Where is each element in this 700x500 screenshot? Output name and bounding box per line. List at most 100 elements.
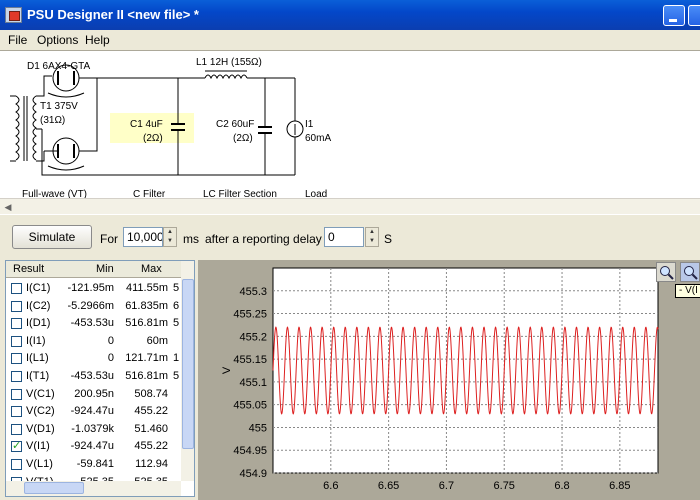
scroll-left-arrow[interactable]: ◀ bbox=[2, 201, 14, 213]
simulate-button[interactable]: Simulate bbox=[12, 225, 92, 249]
y-tick-label: 455.1 bbox=[239, 377, 267, 389]
duration-input[interactable] bbox=[123, 227, 163, 247]
row-min: -5.2966m bbox=[67, 299, 114, 312]
x-tick-label: 6.6 bbox=[323, 480, 338, 492]
row-checkbox[interactable] bbox=[11, 459, 22, 470]
row-name: V(C2) bbox=[26, 405, 55, 418]
row-checkbox[interactable] bbox=[11, 423, 22, 435]
row-name: I(D1) bbox=[26, 317, 51, 330]
i1-label: I1 bbox=[305, 119, 314, 130]
row-checkbox[interactable] bbox=[11, 300, 22, 312]
window-title: PSU Designer II <new file> * bbox=[27, 7, 199, 22]
y-tick-label: 455.25 bbox=[233, 309, 267, 321]
row-name: I(C2) bbox=[26, 299, 51, 312]
row-max: 60m bbox=[146, 334, 168, 347]
row-checkbox[interactable] bbox=[11, 439, 22, 453]
row-checkbox[interactable] bbox=[11, 406, 22, 418]
circuit-schematic: D1 6AX4-GTA T1 375V (31Ω) C1 4uF (2Ω) L1… bbox=[0, 50, 700, 200]
y-tick-label: 455.15 bbox=[233, 354, 267, 366]
table-row[interactable]: I(I1) 0 60m bbox=[6, 333, 181, 350]
table-row[interactable]: V(L1) -59.841 112.94 bbox=[6, 456, 181, 473]
row-min: -924.47u bbox=[70, 440, 114, 453]
row-name: I(T1) bbox=[26, 370, 50, 382]
row-extra: 5 bbox=[173, 370, 180, 382]
row-checkbox[interactable] bbox=[11, 283, 22, 294]
col-min[interactable]: Min bbox=[96, 263, 114, 275]
maximize-button[interactable] bbox=[688, 5, 700, 26]
row-min: -453.53u bbox=[70, 317, 114, 330]
results-list: Result Min Max I(C1) -121.95m 411.55m 5 I(C2… bbox=[5, 260, 195, 497]
row-checkbox[interactable] bbox=[11, 335, 22, 347]
row-name: V(L1) bbox=[26, 458, 53, 470]
graph-panel: 455.3 455.25 455.2 455.15 455.1 455.05 455 454.… bbox=[198, 260, 700, 500]
delay-label: after a reporting delay of bbox=[205, 232, 336, 246]
menu-bar: File Options Help bbox=[0, 30, 700, 50]
x-tick-label: 6.7 bbox=[439, 480, 454, 492]
row-min: 0 bbox=[107, 334, 114, 347]
table-row[interactable]: I(L1) 0 121.71m 1 bbox=[6, 350, 181, 367]
table-row[interactable]: I(D1) -453.53u 516.81m 5 bbox=[6, 315, 181, 332]
row-max: 61.835m bbox=[125, 299, 168, 312]
row-min: -1.0379k bbox=[71, 422, 114, 435]
table-row[interactable]: I(C2) -5.2966m 61.835m 6 bbox=[6, 298, 181, 315]
delay-input[interactable] bbox=[324, 227, 364, 247]
magnifier-icon bbox=[684, 266, 698, 280]
results-vscroll[interactable] bbox=[181, 261, 194, 481]
y-tick-label: 454.9 bbox=[239, 468, 267, 480]
table-row[interactable]: V(C2) -924.47u 455.22 bbox=[6, 403, 181, 420]
row-checkbox[interactable] bbox=[11, 353, 22, 365]
title-bar: PSU Designer II <new file> * bbox=[0, 0, 700, 30]
row-min: 200.95n bbox=[74, 387, 114, 400]
x-tick-label: 6.65 bbox=[378, 480, 399, 492]
t1-label: T1 375V bbox=[40, 101, 78, 112]
row-max: 411.55m bbox=[126, 282, 168, 294]
row-max: 51.460 bbox=[134, 422, 168, 435]
y-axis-label: V bbox=[221, 366, 233, 374]
row-max: 455.22 bbox=[134, 405, 168, 418]
row-extra: 5 bbox=[173, 317, 180, 330]
table-row[interactable]: I(C1) -121.95m 411.55m 5 bbox=[6, 280, 181, 297]
schematic-scrollbar[interactable]: ◀ bbox=[0, 198, 700, 214]
row-max: 455.22 bbox=[134, 440, 168, 453]
table-row[interactable]: V(D1) -1.0379k 51.460 bbox=[6, 421, 181, 438]
row-checkbox[interactable] bbox=[11, 388, 22, 400]
row-name: V(C1) bbox=[26, 387, 55, 400]
results-header: Result Min Max bbox=[6, 261, 181, 278]
zoom-in-button[interactable] bbox=[656, 262, 676, 282]
y-tick-label: 455 bbox=[249, 422, 267, 434]
x-tick-label: 6.85 bbox=[609, 480, 630, 492]
row-min: -924.47u bbox=[70, 405, 114, 418]
col-result[interactable]: Result bbox=[13, 263, 44, 275]
l1-label: L1 12H (155Ω) bbox=[196, 57, 262, 68]
row-name: I(L1) bbox=[26, 352, 49, 365]
delay-spinner[interactable]: ▲ ▼ bbox=[365, 227, 379, 247]
row-min: -59.841 bbox=[76, 458, 114, 470]
table-row[interactable]: I(T1) -453.53u 516.81m 5 bbox=[6, 368, 181, 385]
row-min: 0 bbox=[107, 352, 114, 365]
row-max: 121.71m bbox=[125, 352, 168, 365]
table-row[interactable]: V(I1) -924.47u 455.22 bbox=[6, 438, 181, 455]
menu-file[interactable]: File bbox=[8, 33, 27, 47]
row-max: 516.81m bbox=[125, 317, 168, 330]
row-min: -453.53u bbox=[70, 370, 114, 382]
duration-spinner[interactable]: ▲ ▼ bbox=[163, 227, 177, 247]
results-hscroll[interactable] bbox=[6, 481, 181, 496]
results-vscroll-thumb[interactable] bbox=[182, 279, 194, 449]
row-extra: 5 bbox=[173, 282, 180, 294]
row-max: 112.94 bbox=[135, 458, 168, 470]
s-label: S bbox=[384, 232, 393, 246]
simulation-toolbar: Simulate For ▲▼ ms after a reporting del… bbox=[0, 214, 700, 260]
row-checkbox[interactable] bbox=[11, 318, 22, 330]
d1-label: D1 6AX4-GTA bbox=[27, 61, 90, 72]
zoom-out-button[interactable] bbox=[680, 262, 700, 282]
ms-label: ms bbox=[183, 232, 199, 246]
y-tick-label: 454.95 bbox=[233, 445, 267, 457]
menu-options[interactable]: Options bbox=[37, 33, 78, 47]
menu-help[interactable]: Help bbox=[85, 33, 110, 47]
col-max[interactable]: Max bbox=[141, 263, 162, 275]
table-row[interactable]: V(C1) 200.95n 508.74 bbox=[6, 386, 181, 403]
row-checkbox[interactable] bbox=[11, 371, 22, 382]
app-icon[interactable] bbox=[5, 7, 22, 23]
minimize-button[interactable] bbox=[663, 5, 685, 26]
results-hscroll-thumb[interactable] bbox=[24, 482, 84, 494]
